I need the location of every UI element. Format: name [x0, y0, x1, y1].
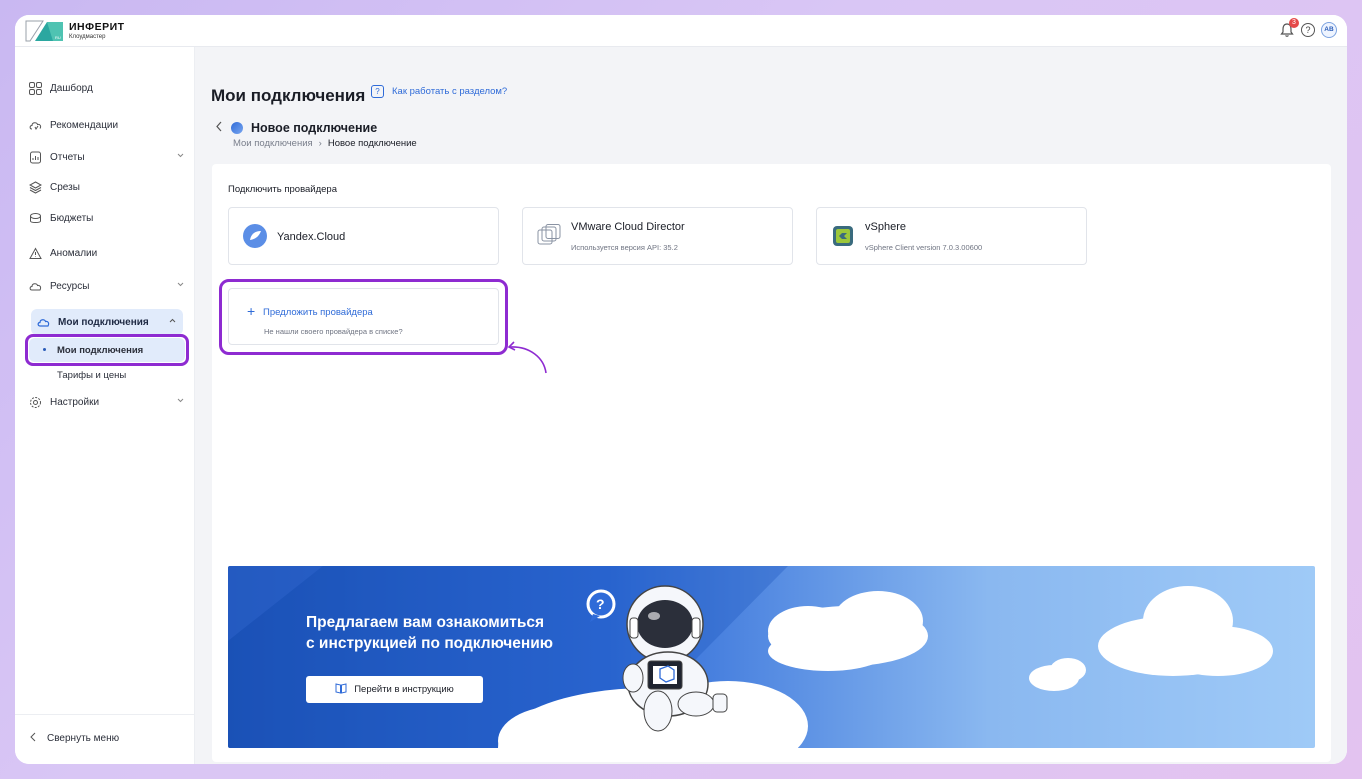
vsphere-icon	[831, 224, 855, 248]
instruction-banner: ? Предлагаем вам ознакомиться с инструкц…	[228, 566, 1315, 748]
provider-card-yandex[interactable]: Yandex.Cloud	[228, 207, 499, 265]
connection-icon	[231, 122, 243, 134]
gear-icon	[29, 396, 42, 409]
provider-version: Используется версия API: 35.2	[571, 243, 678, 252]
open-instruction-label: Перейти в инструкцию	[354, 684, 454, 695]
sidebar-item-budgets[interactable]: Бюджеты	[29, 205, 185, 231]
top-bar: RU ИНФЕРИТ Клоудмастер 3 ? AB	[15, 15, 1347, 47]
layers-icon	[29, 180, 42, 194]
sidebar-item-label: Отчеты	[50, 151, 85, 163]
main-content: Мои подключения ? Как работать с раздело…	[195, 47, 1347, 764]
sidebar-item-label: Мои подключения	[58, 316, 149, 328]
logo-mark-icon: RU	[25, 20, 63, 42]
cloud-icon	[37, 316, 50, 329]
recommendations-icon	[29, 119, 42, 132]
logo-subtitle: Клоудмастер	[69, 33, 106, 40]
sidebar-subitem-label: Тарифы и цены	[57, 369, 127, 381]
yandex-cloud-icon	[243, 224, 267, 248]
subpage-title: Новое подключение	[251, 121, 378, 135]
sidebar-item-dashboard[interactable]: Дашборд	[29, 75, 185, 101]
breadcrumb-link[interactable]: Мои подключения	[233, 138, 313, 149]
provider-name: vSphere	[865, 221, 906, 233]
back-chevron-icon[interactable]	[215, 121, 223, 135]
chevron-down-icon	[176, 396, 185, 408]
sidebar: Дашборд Рекомендации Отчеты Срезы Бюджет…	[15, 47, 195, 764]
open-instruction-button[interactable]: Перейти в инструкцию	[306, 676, 483, 703]
provider-version: vSphere Client version 7.0.3.00600	[865, 243, 983, 252]
breadcrumb-current: Новое подключение	[327, 138, 417, 149]
section-label: Подключить провайдера	[228, 184, 337, 195]
sidebar-item-connections[interactable]: Мои подключения	[31, 309, 183, 335]
reports-icon	[29, 151, 42, 164]
sidebar-subitem-tariffs[interactable]: Тарифы и цены	[29, 363, 185, 387]
sidebar-item-reports[interactable]: Отчеты	[29, 144, 185, 170]
sidebar-item-label: Рекомендации	[50, 119, 119, 131]
help-book-icon: ?	[371, 85, 384, 98]
sidebar-item-label: Срезы	[50, 181, 80, 193]
collapse-menu-label: Свернуть меню	[47, 733, 120, 744]
sidebar-item-label: Настройки	[50, 396, 100, 408]
sidebar-item-recommendations[interactable]: Рекомендации	[29, 112, 185, 138]
provider-card-vmware[interactable]: VMware Cloud Director Используется верси…	[522, 207, 793, 265]
budget-icon	[29, 212, 42, 225]
banner-heading: Предлагаем вам ознакомиться с инструкцие…	[306, 612, 553, 654]
curved-arrow-icon	[507, 341, 547, 374]
provider-card-vsphere[interactable]: vSphere vSphere Client version 7.0.3.006…	[816, 207, 1087, 265]
help-link[interactable]: ? Как работать с разделом?	[371, 85, 507, 98]
collapse-menu-button[interactable]: Свернуть меню	[29, 732, 119, 745]
sidebar-item-slices[interactable]: Срезы	[29, 174, 185, 200]
sidebar-item-label: Бюджеты	[50, 212, 94, 224]
sidebar-item-resources[interactable]: Ресурсы	[29, 273, 185, 299]
connect-panel: Подключить провайдера Yandex.Cloud VMwar…	[212, 164, 1331, 762]
warning-icon	[29, 246, 42, 260]
sidebar-item-label: Аномалии	[50, 247, 98, 259]
chevron-up-icon	[168, 316, 177, 328]
vmware-icon	[537, 224, 561, 248]
notifications-button[interactable]: 3	[1279, 18, 1299, 38]
sidebar-item-label: Дашборд	[50, 82, 93, 94]
svg-text:RU: RU	[55, 35, 61, 40]
dashboard-icon	[29, 81, 42, 95]
app-window: RU ИНФЕРИТ Клоудмастер 3 ? AB Дашборд Ре…	[15, 15, 1347, 764]
breadcrumb: Мои подключения › Новое подключение	[233, 138, 417, 149]
help-icon[interactable]: ?	[1301, 23, 1315, 37]
breadcrumb-separator-icon: ›	[318, 138, 322, 149]
user-avatar[interactable]: AB	[1321, 22, 1337, 38]
help-link-label: Как работать с разделом?	[392, 86, 508, 97]
page-title: Мои подключения	[211, 86, 366, 105]
svg-text:?: ?	[596, 596, 605, 612]
banner-clouds-illustration: ?	[228, 566, 1273, 748]
logo[interactable]: RU ИНФЕРИТ Клоудмастер	[25, 20, 125, 42]
banner-line-1: Предлагаем вам ознакомиться	[306, 614, 545, 631]
highlight-frame	[25, 334, 189, 366]
sidebar-item-label: Ресурсы	[50, 280, 90, 292]
logo-title: ИНФЕРИТ	[69, 21, 125, 34]
chevron-down-icon	[176, 151, 185, 163]
notification-count-badge: 3	[1289, 18, 1299, 28]
highlight-frame	[219, 279, 508, 355]
provider-name: VMware Cloud Director	[571, 221, 685, 233]
chevron-down-icon	[176, 280, 185, 292]
book-icon	[335, 682, 347, 697]
provider-name: Yandex.Cloud	[277, 231, 346, 243]
sidebar-item-anomalies[interactable]: Аномалии	[29, 240, 185, 266]
subpage-header: Новое подключение	[215, 121, 377, 135]
chevron-left-icon	[29, 732, 37, 745]
sidebar-footer: Свернуть меню	[15, 714, 194, 764]
resources-icon	[29, 280, 42, 293]
banner-line-2: с инструкцией по подключению	[306, 635, 553, 652]
sidebar-item-settings[interactable]: Настройки	[29, 389, 185, 415]
